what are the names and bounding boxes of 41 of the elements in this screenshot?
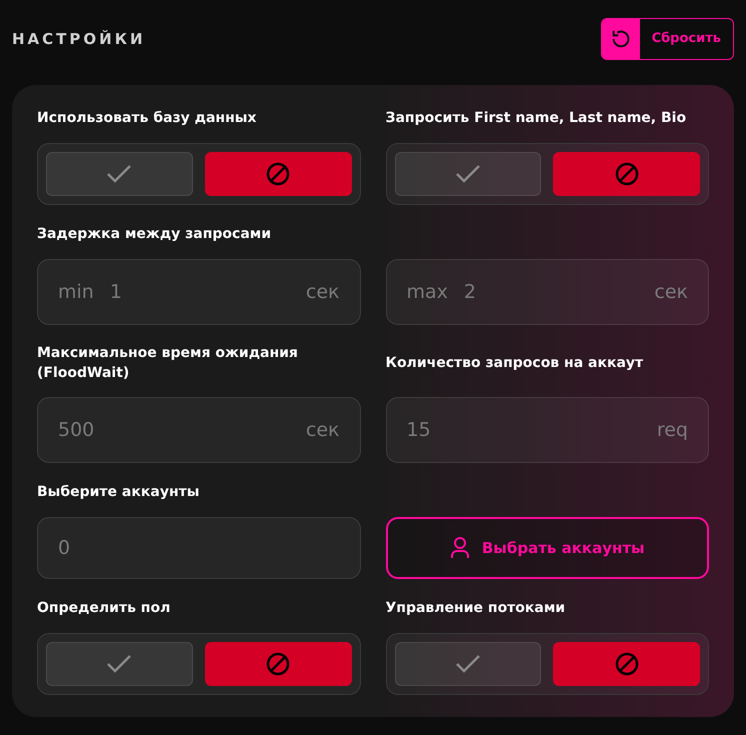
- input-field[interactable]: 15 req: [386, 397, 709, 463]
- field-label: Запросить First name, Last name, Bio: [386, 109, 686, 128]
- unit-label: req: [656, 418, 688, 443]
- check-icon: [454, 164, 481, 184]
- check-icon: [106, 654, 132, 674]
- disable-button[interactable]: [553, 152, 700, 196]
- field-label: Управление потоками: [386, 599, 566, 618]
- check-icon: [106, 164, 132, 184]
- field-label: Выберите аккаунты: [37, 483, 200, 502]
- unit-label: сек: [654, 280, 688, 305]
- field-value: 15: [406, 418, 432, 443]
- disable-button[interactable]: [204, 642, 352, 686]
- ban-icon: [266, 162, 290, 186]
- field-label: Определить пол: [37, 599, 170, 618]
- page-title: НАСТРОЙКИ: [12, 28, 146, 50]
- user-icon: [450, 537, 470, 559]
- input-field[interactable]: min 1 сек: [37, 259, 360, 325]
- field-value: 0: [58, 536, 72, 561]
- ban-icon: [266, 652, 290, 676]
- input-field[interactable]: 500 сек: [37, 397, 360, 463]
- ban-icon: [614, 162, 639, 186]
- field-label: Задержка между запросами: [37, 225, 272, 244]
- input-field[interactable]: max 2 сек: [386, 259, 709, 325]
- unit-label: сек: [306, 418, 340, 443]
- field-value: 1: [110, 280, 123, 305]
- prefix-label: max: [406, 280, 448, 305]
- input-field[interactable]: 0: [37, 517, 360, 579]
- field-label: Количество запросов на аккаут: [386, 354, 644, 373]
- reset-button[interactable]: Сбросить: [600, 18, 734, 60]
- prefix-label: min: [58, 280, 94, 305]
- field-label: Использовать базу данных: [37, 109, 256, 128]
- field-label: Максимальное время ожидания (FloodWait): [37, 344, 299, 383]
- disable-button[interactable]: [204, 152, 352, 196]
- check-icon: [454, 654, 481, 674]
- unit-label: сек: [306, 280, 340, 305]
- field-value: 2: [464, 280, 477, 305]
- disable-button[interactable]: [553, 642, 700, 686]
- select-accounts-button[interactable]: Выбрать аккаунты: [386, 517, 709, 579]
- ban-icon: [614, 652, 639, 676]
- field-value: 500: [58, 418, 96, 443]
- reset-icon: [610, 28, 632, 50]
